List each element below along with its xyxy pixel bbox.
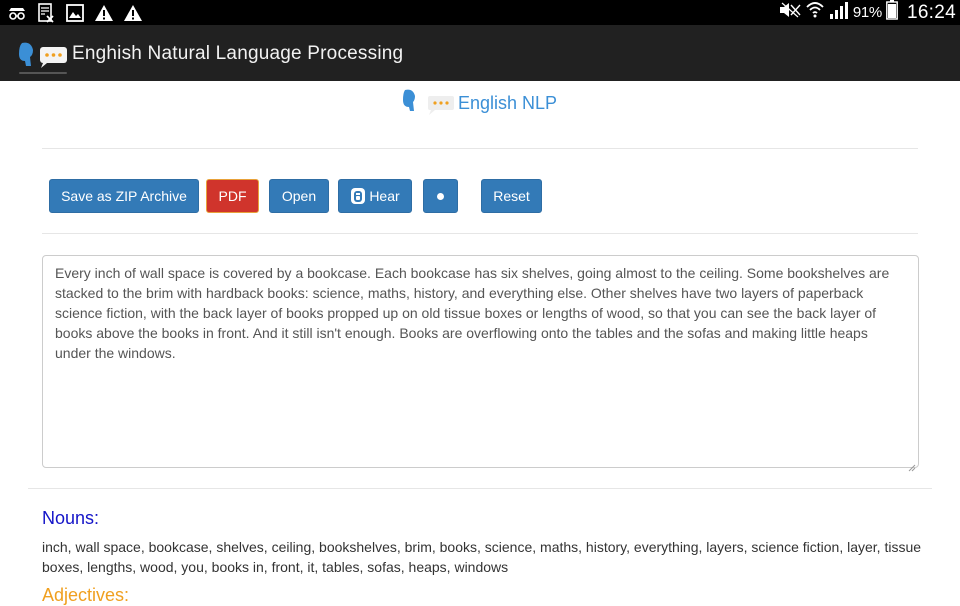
text-input-content: Every inch of wall space is covered by a… [55,265,890,361]
brand-logo-icon [400,89,456,117]
warning-icon [122,2,143,23]
battery-percent: 91% [852,4,882,21]
adjectives-heading: Adjectives: [42,585,130,605]
dot-icon [437,192,444,200]
action-bar: Enghish Natural Language Processing [0,25,960,81]
main-content: English NLP Save as ZIP Archive PDF Open… [0,81,960,605]
document-x-icon [35,2,56,23]
hear-button[interactable]: Hear [338,179,412,213]
reset-button[interactable]: Reset [481,179,542,213]
hear-button-label: Hear [369,188,400,204]
pdf-button[interactable]: PDF [206,179,259,213]
clock: 16:24 [906,1,956,23]
divider [42,148,918,149]
speaker-icon [350,187,366,205]
divider [28,488,932,489]
system-indicators: 91% 16:24 [779,0,956,25]
notification-icons [6,2,143,23]
record-button[interactable] [423,179,458,213]
divider [42,233,918,234]
wifi-icon [805,0,825,25]
brand-header: English NLP [400,89,557,117]
mute-icon [779,2,801,23]
warning-icon [93,2,114,23]
signal-icon [829,1,849,24]
open-button[interactable]: Open [269,179,329,213]
image-icon [64,2,85,23]
resize-grip-icon[interactable] [908,457,916,472]
incognito-icon [6,2,27,23]
text-input-area[interactable]: Every inch of wall space is covered by a… [42,255,919,472]
save-zip-button[interactable]: Save as ZIP Archive [49,179,199,213]
battery-icon [886,0,898,25]
app-icon-underline [19,72,67,74]
nouns-list: inch, wall space, bookcase, shelves, cei… [42,539,922,575]
status-bar: 91% 16:24 [0,0,960,25]
app-icon[interactable] [15,40,69,74]
brand-title: English NLP [458,92,558,113]
nouns-heading: Nouns: [42,508,100,528]
app-title: Enghish Natural Language Processing [72,43,404,64]
